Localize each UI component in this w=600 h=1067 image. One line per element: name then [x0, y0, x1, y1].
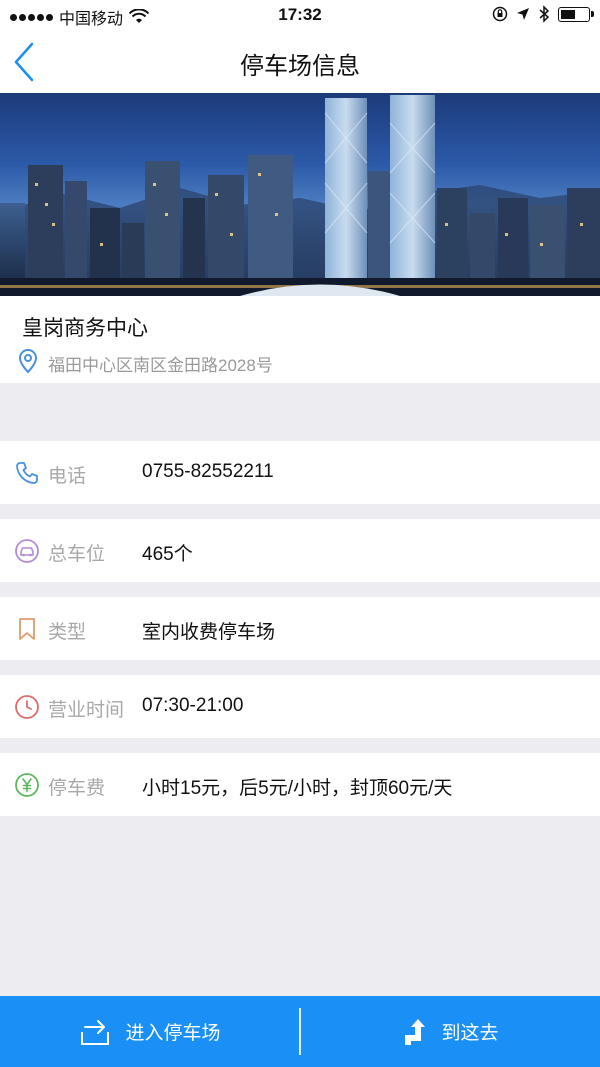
- row-label: 停车费: [48, 778, 106, 799]
- enter-parking-button[interactable]: 进入停车场: [0, 996, 300, 1067]
- info-row-hours: 营业时间 07:30-21:00: [0, 675, 600, 738]
- navigate-label: 到这去: [441, 1023, 499, 1044]
- yen-icon: [15, 773, 39, 797]
- enter-icon: [81, 1019, 110, 1045]
- nav-bar: 停车场信息: [0, 30, 600, 93]
- status-right: [492, 5, 594, 23]
- place-card: 皇岗商务中心 福田中心区南区金田路2028号: [0, 296, 600, 383]
- bottom-action-bar: 进入停车场 到这去: [0, 996, 600, 1067]
- status-bar: 中国移动 17:32: [0, 0, 600, 30]
- row-label: 电话: [48, 466, 87, 487]
- row-value: 465个: [142, 544, 193, 565]
- bookmark-icon: [19, 618, 35, 640]
- location-pin-icon: [18, 348, 38, 374]
- car-icon: [15, 539, 39, 563]
- row-value: 小时15元，后5元/小时，封顶60元/天: [142, 778, 453, 799]
- banner-image: [0, 93, 600, 296]
- rotation-lock-icon: [492, 6, 508, 22]
- battery-icon: [558, 6, 594, 22]
- place-address: 福田中心区南区金田路2028号: [48, 356, 273, 375]
- navigate-button[interactable]: 到这去: [300, 996, 600, 1067]
- enter-parking-label: 进入停车场: [125, 1023, 221, 1044]
- clock-icon: [15, 695, 39, 719]
- info-row-type: 类型 室内收费停车场: [0, 597, 600, 660]
- row-value: 07:30-21:00: [142, 695, 244, 716]
- place-name: 皇岗商务中心: [22, 317, 148, 340]
- phone-icon: [16, 462, 38, 484]
- navigate-arrow-icon: [405, 1018, 426, 1045]
- info-row-phone[interactable]: 电话 0755-82552211: [0, 441, 600, 504]
- row-value: 0755-82552211: [142, 461, 274, 482]
- row-label: 营业时间: [48, 700, 125, 721]
- info-row-spaces: 总车位 465个: [0, 519, 600, 582]
- bluetooth-icon: [539, 5, 550, 23]
- row-label: 总车位: [48, 544, 106, 565]
- info-row-fee: 停车费 小时15元，后5元/小时，封顶60元/天: [0, 753, 600, 816]
- location-arrow-icon: [517, 8, 529, 20]
- page-title: 停车场信息: [240, 53, 360, 80]
- row-label: 类型: [48, 622, 87, 643]
- row-value: 室内收费停车场: [142, 622, 276, 643]
